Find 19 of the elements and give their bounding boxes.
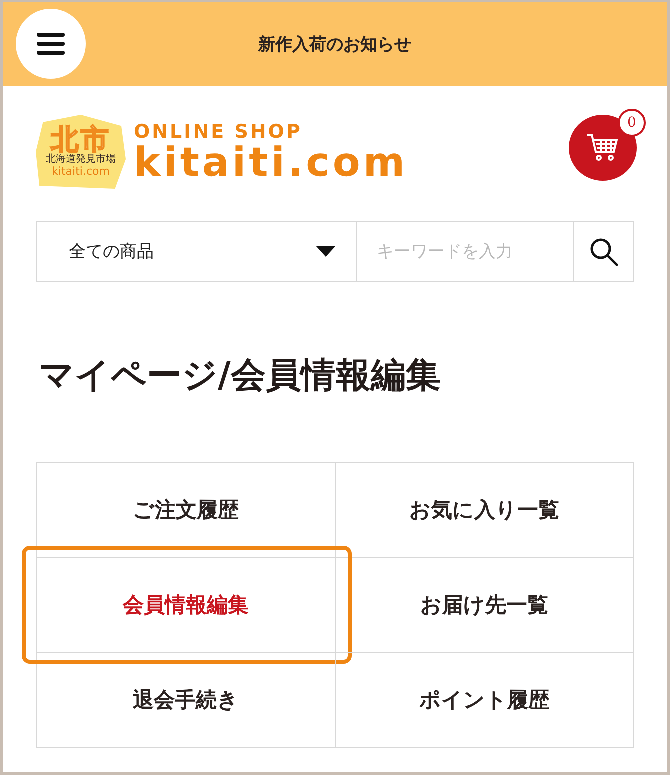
cart-icon	[586, 133, 620, 163]
logo-domain: kitaiti.com	[52, 166, 110, 178]
mypage-menu-link[interactable]: ご注文履歴	[132, 496, 239, 524]
announcement-title[interactable]: 新作入荷のお知らせ	[258, 32, 412, 56]
caret-icon	[316, 246, 336, 257]
mypage-menu-link[interactable]: 会員情報編集	[122, 591, 249, 619]
search-icon	[588, 236, 618, 266]
search-button[interactable]	[574, 221, 634, 282]
mypage-menu-link[interactable]: 退会手続き	[132, 686, 239, 714]
mypage-menu-link[interactable]: お届け先一覧	[420, 591, 548, 619]
logo-subtitle: 北海道発見市場	[46, 154, 116, 166]
cart-count: 0	[618, 109, 646, 137]
menu-icon	[37, 33, 65, 55]
category-select[interactable]: 全ての商品	[36, 221, 357, 282]
page-title: マイページ/会員情報編集	[39, 355, 442, 398]
mypage-menu-link[interactable]: お気に入り一覧	[409, 496, 560, 524]
logo-tagline: ONLINE SHOP	[134, 121, 304, 143]
keyword-field[interactable]: キーワードを入力	[357, 221, 574, 282]
mypage-menu-link[interactable]: ポイント履歴	[419, 686, 550, 714]
